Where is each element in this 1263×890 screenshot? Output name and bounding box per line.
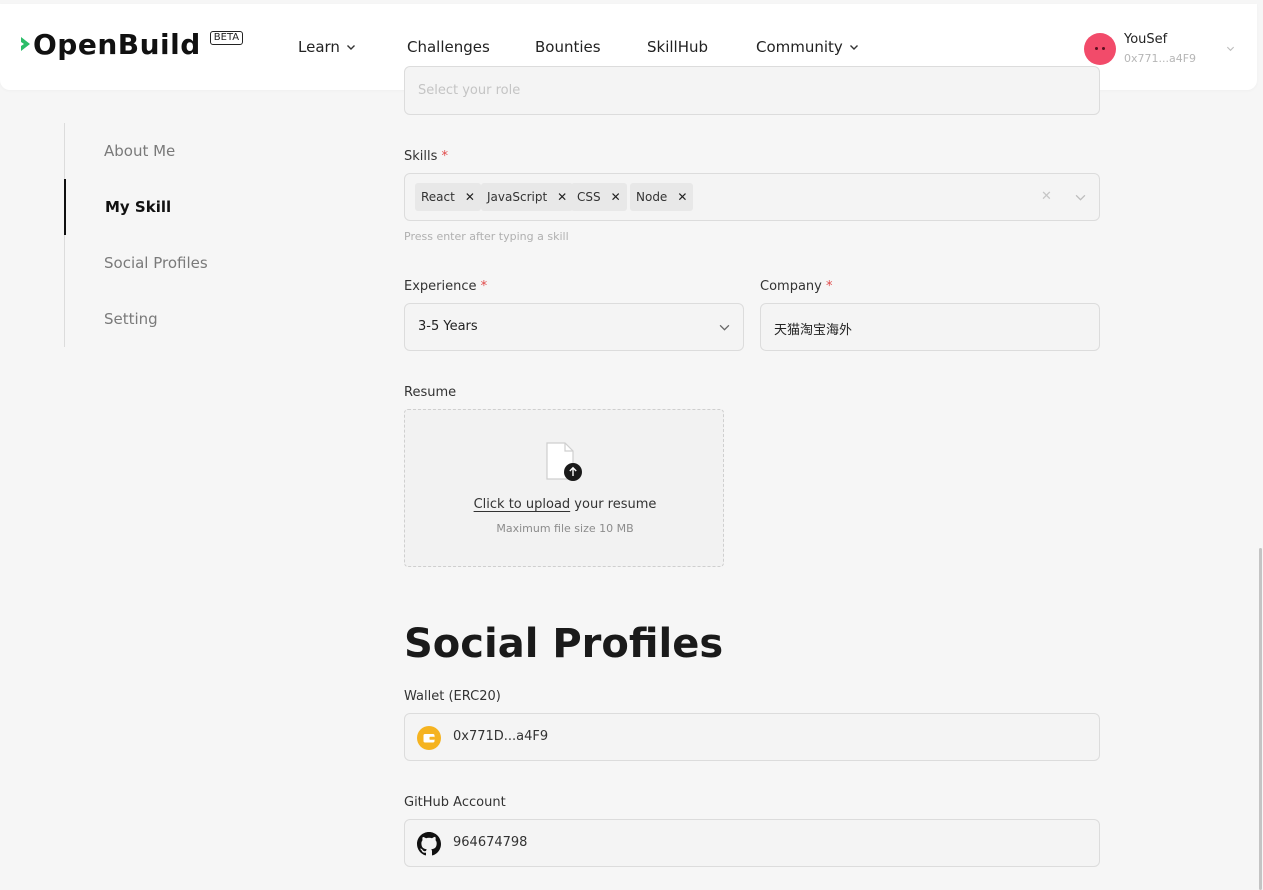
skills-label: Skills * <box>404 149 449 164</box>
nav-challenges[interactable]: Challenges <box>407 38 490 56</box>
nav-community[interactable]: Community <box>756 38 859 56</box>
company-label: Company * <box>760 279 833 294</box>
skill-tag-css: CSS ✕ <box>571 183 627 211</box>
role-placeholder: Select your role <box>418 83 521 98</box>
nav-skillhub-label: SkillHub <box>647 38 709 56</box>
upload-instructions: Click to upload your resume <box>473 497 657 512</box>
company-input[interactable]: 天猫淘宝海外 <box>760 303 1100 351</box>
resume-upload-dropzone[interactable]: Click to upload your resume Maximum file… <box>404 409 724 567</box>
nav-skillhub[interactable]: SkillHub <box>647 38 708 56</box>
chevron-down-icon[interactable] <box>1075 192 1086 203</box>
required-mark: * <box>826 279 833 294</box>
skill-tag-label: CSS <box>577 190 601 204</box>
skill-tag-label: Node <box>636 190 668 204</box>
logo-chevron-icon <box>21 37 30 51</box>
clear-icon[interactable]: ✕ <box>1041 189 1053 204</box>
experience-value: 3-5 Years <box>418 319 478 334</box>
sidebar-item-about-me[interactable]: About Me <box>65 123 265 179</box>
skills-input[interactable]: React ✕ JavaScript ✕ CSS ✕ Node ✕ ✕ <box>404 173 1100 221</box>
avatar <box>1084 33 1116 65</box>
openbuild-logo[interactable]: OpenBuild BETA <box>20 28 244 61</box>
sidebar-item-label: Setting <box>104 310 158 328</box>
skill-tag-label: JavaScript <box>487 190 548 204</box>
sidebar-item-label: My Skill <box>105 198 172 216</box>
remove-tag-icon[interactable]: ✕ <box>557 190 567 204</box>
sidebar-item-my-skill[interactable]: My Skill <box>64 179 264 235</box>
social-profiles-heading: Social Profiles <box>404 621 724 667</box>
sidebar-item-label: About Me <box>104 142 176 160</box>
sidebar-item-setting[interactable]: Setting <box>65 291 265 347</box>
wallet-icon <box>417 726 441 750</box>
nav-bounties-label: Bounties <box>535 38 601 56</box>
upload-link[interactable]: Click to upload <box>474 497 571 512</box>
nav-community-label: Community <box>756 38 843 56</box>
nav-learn[interactable]: Learn <box>298 38 356 56</box>
experience-select[interactable]: 3-5 Years <box>404 303 744 351</box>
resume-label: Resume <box>404 385 457 400</box>
remove-tag-icon[interactable]: ✕ <box>465 190 475 204</box>
wallet-label: Wallet (ERC20) <box>404 689 501 704</box>
wallet-address: 0x771D...a4F9 <box>453 729 549 744</box>
user-name: YouSef <box>1124 32 1168 47</box>
sidebar-item-social-profiles[interactable]: Social Profiles <box>65 235 265 291</box>
skill-tag-react: React ✕ <box>415 183 481 211</box>
file-upload-icon <box>546 442 582 481</box>
skills-hint: Press enter after typing a skill <box>404 230 569 243</box>
github-field[interactable]: 964674798 <box>404 819 1100 867</box>
nav-learn-label: Learn <box>298 38 340 56</box>
user-address: 0x771...a4F9 <box>1124 52 1197 65</box>
company-value: 天猫淘宝海外 <box>774 323 853 338</box>
chevron-down-icon <box>849 45 858 50</box>
skill-tag-javascript: JavaScript ✕ <box>481 183 574 211</box>
nav-challenges-label: Challenges <box>407 38 490 56</box>
wallet-field: 0x771D...a4F9 <box>404 713 1100 761</box>
remove-tag-icon[interactable]: ✕ <box>677 190 687 204</box>
chevron-down-icon <box>1226 46 1235 52</box>
chevron-down-icon <box>719 324 730 331</box>
page-scrollbar[interactable] <box>1259 548 1262 890</box>
required-mark: * <box>441 149 449 164</box>
upload-max-size: Maximum file size 10 MB <box>496 522 634 535</box>
settings-sidebar: About Me My Skill Social Profiles Settin… <box>64 123 264 347</box>
beta-badge: BETA <box>209 31 244 45</box>
skill-tag-node: Node ✕ <box>630 183 694 211</box>
skill-tag-label: React <box>421 190 455 204</box>
logo-text: OpenBuild <box>33 28 201 61</box>
role-select[interactable]: Select your role <box>404 66 1100 115</box>
required-mark: * <box>480 279 488 294</box>
github-label: GitHub Account <box>404 795 506 810</box>
sidebar-item-label: Social Profiles <box>104 254 208 272</box>
github-icon <box>417 832 441 856</box>
github-account-value: 964674798 <box>453 835 528 850</box>
experience-label: Experience * <box>404 279 488 294</box>
nav-bounties[interactable]: Bounties <box>535 38 601 56</box>
remove-tag-icon[interactable]: ✕ <box>611 190 621 204</box>
user-menu[interactable]: YouSef 0x771...a4F9 <box>1084 30 1244 70</box>
chevron-down-icon <box>346 45 355 50</box>
